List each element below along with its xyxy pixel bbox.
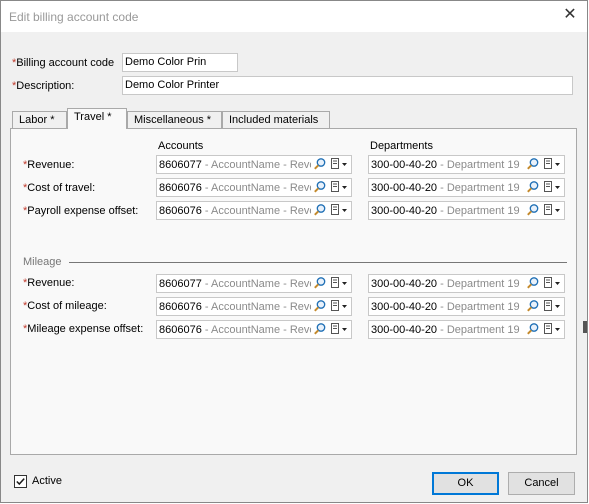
tab-labor[interactable]: Labor * — [12, 111, 67, 128]
title-bar: Edit billing account code ✕ — [1, 1, 587, 32]
active-label: Active — [32, 475, 62, 487]
tab-travel[interactable]: Travel * — [67, 108, 127, 129]
cancel-button[interactable]: Cancel — [508, 472, 575, 495]
tab-included-materials[interactable]: Included materials — [222, 111, 330, 128]
description-field[interactable]: Demo Color Printer — [122, 76, 573, 95]
tab-miscellaneous[interactable]: Miscellaneous * — [127, 111, 222, 128]
ok-button[interactable]: OK — [432, 472, 499, 495]
travel-tab-panel — [10, 128, 577, 455]
description-label-text: Description: — [16, 80, 75, 92]
edit-billing-dialog: Edit billing account code ✕ *Billing acc… — [0, 0, 588, 503]
description-label: *Description: — [12, 80, 74, 92]
window-edge-grip — [583, 321, 587, 333]
checkmark-icon — [16, 478, 25, 486]
active-checkbox[interactable] — [14, 475, 27, 488]
billing-code-label: *Billing account code — [12, 57, 114, 69]
billing-code-field[interactable]: Demo Color Prin — [122, 53, 238, 72]
billing-code-label-text: Billing account code — [16, 57, 115, 69]
close-icon[interactable]: ✕ — [562, 6, 578, 22]
dialog-title: Edit billing account code — [9, 10, 139, 24]
